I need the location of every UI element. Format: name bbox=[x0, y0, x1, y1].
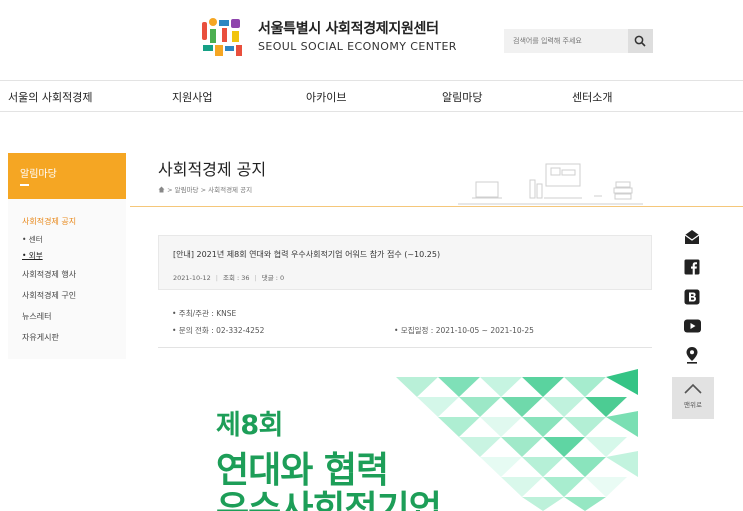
sidebar-title: 알림마당 bbox=[20, 169, 57, 180]
desk-illustration bbox=[458, 163, 643, 205]
page-title: 사회적경제 공지 bbox=[158, 160, 267, 179]
logo-title-ko[interactable]: 서울특별시 사회적경제지원센터 bbox=[258, 18, 439, 38]
site-header: 서울특별시 사회적경제지원센터 SEOUL SOCIAL ECONOMY CEN… bbox=[0, 0, 743, 80]
post-meta: 2021-10-12 | 조회 : 36 | 댓글 : 0 bbox=[173, 274, 285, 282]
sidebar-divider bbox=[20, 184, 29, 186]
post-period: • 모집일정 : 2021-10-05 ~ 2021-10-25 bbox=[394, 326, 534, 335]
post-comments: 댓글 : 0 bbox=[261, 274, 285, 282]
youtube-icon bbox=[683, 319, 701, 333]
poster-image: 제8회 연대와 협력 우수사회적기업 bbox=[158, 355, 652, 511]
breadcrumb-separator: > bbox=[200, 186, 207, 194]
nav-item-support[interactable]: 지원사업 bbox=[172, 89, 212, 105]
breadcrumb: > 알림마당 > 사회적경제 공지 bbox=[158, 184, 252, 194]
breadcrumb-item[interactable]: 사회적경제 공지 bbox=[208, 186, 252, 194]
mail-link[interactable] bbox=[676, 229, 708, 249]
youtube-link[interactable] bbox=[676, 319, 708, 339]
poster-edition: 제8회 bbox=[216, 410, 283, 441]
blog-icon bbox=[684, 289, 700, 305]
main-nav: 서울의 사회적경제 지원사업 아카이브 알림마당 센터소개 bbox=[0, 80, 743, 112]
logo-icon[interactable] bbox=[200, 16, 246, 58]
title-divider bbox=[130, 206, 743, 207]
poster-headline-2: 우수사회적기업 bbox=[216, 489, 442, 511]
nav-item-notice[interactable]: 알림마당 bbox=[442, 89, 482, 105]
breadcrumb-separator: > bbox=[167, 186, 173, 194]
sidebar-item-events[interactable]: 사회적경제 행사 bbox=[22, 269, 76, 280]
sidebar-item-jobs[interactable]: 사회적경제 구인 bbox=[22, 290, 76, 301]
post-host: • 주최/주관 : KNSE bbox=[172, 309, 237, 318]
info-divider bbox=[158, 347, 652, 348]
sidebar-item-notice[interactable]: 사회적경제 공지 bbox=[22, 216, 76, 227]
blog-link[interactable] bbox=[676, 289, 708, 309]
sidebar-item-newsletter[interactable]: 뉴스레터 bbox=[22, 311, 51, 322]
nav-item-seoul-social-economy[interactable]: 서울의 사회적경제 bbox=[8, 89, 92, 105]
facebook-icon bbox=[684, 259, 700, 275]
home-icon[interactable] bbox=[158, 186, 165, 193]
facebook-link[interactable] bbox=[676, 259, 708, 279]
mail-icon bbox=[684, 230, 700, 244]
sidebar-subitem-external[interactable]: • 외부 bbox=[22, 250, 43, 261]
post-header: [안내] 2021년 제8회 연대와 협력 우수사회적기업 어워드 참가 접수 … bbox=[158, 235, 652, 290]
sidebar-subitem-center[interactable]: • 센터 bbox=[22, 234, 43, 245]
post-date: 2021-10-12 bbox=[173, 274, 211, 282]
search-box bbox=[504, 29, 653, 53]
search-button[interactable] bbox=[628, 29, 653, 53]
location-icon bbox=[686, 347, 698, 364]
sidebar-item-free-board[interactable]: 자유게시판 bbox=[22, 332, 59, 343]
post-title: [안내] 2021년 제8회 연대와 협력 우수사회적기업 어워드 참가 접수 … bbox=[173, 250, 441, 259]
scroll-top-label: 맨위로 bbox=[684, 401, 702, 409]
scroll-top-button[interactable]: 맨위로 bbox=[672, 377, 714, 419]
chevron-up-icon bbox=[684, 383, 702, 394]
search-icon bbox=[634, 35, 646, 47]
search-input[interactable] bbox=[504, 29, 628, 53]
location-link[interactable] bbox=[676, 346, 708, 366]
sidebar-header: 알림마당 bbox=[8, 153, 126, 199]
nav-item-about[interactable]: 센터소개 bbox=[572, 89, 612, 105]
logo-title-en[interactable]: SEOUL SOCIAL ECONOMY CENTER bbox=[258, 40, 457, 53]
nav-item-archive[interactable]: 아카이브 bbox=[306, 89, 346, 105]
sidebar: 알림마당 사회적경제 공지 • 센터 • 외부 사회적경제 행사 사회적경제 구… bbox=[8, 153, 126, 359]
breadcrumb-item[interactable]: 알림마당 bbox=[175, 186, 199, 194]
post-phone: • 문의 전화 : 02-332-4252 bbox=[172, 326, 265, 335]
post-views: 조회 : 36 bbox=[222, 274, 250, 282]
